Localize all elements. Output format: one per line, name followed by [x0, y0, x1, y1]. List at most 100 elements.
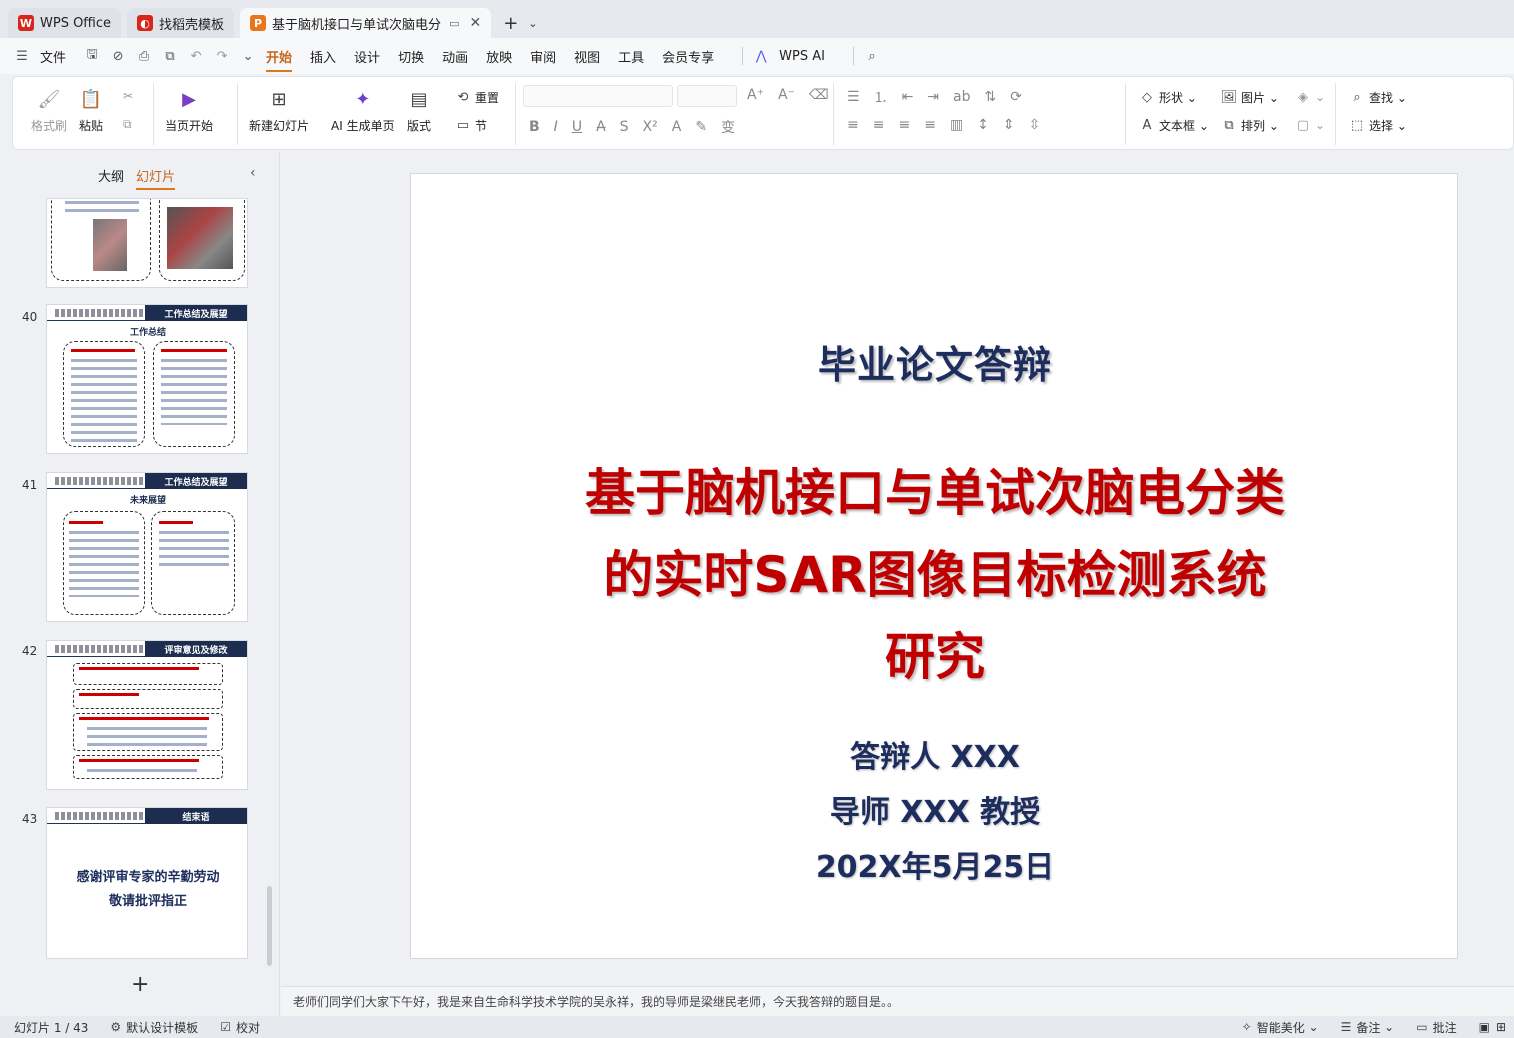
outline-button[interactable]: ▢ ⌄: [1295, 117, 1325, 133]
slide-presenter[interactable]: 答辩人 XXX: [411, 732, 1459, 776]
copy-icon[interactable]: ⧉: [123, 117, 132, 132]
slide-title[interactable]: 毕业论文答辩: [411, 334, 1459, 389]
tab-outline[interactable]: 大纲: [98, 166, 124, 190]
sort-icon[interactable]: ⇅: [985, 89, 997, 105]
increase-indent-icon[interactable]: ⇥: [927, 89, 939, 105]
bullet-list-icon[interactable]: ☰: [847, 89, 860, 105]
cut-icon[interactable]: ✂: [123, 89, 133, 103]
paste-button[interactable]: 📋 粘贴: [79, 87, 103, 134]
add-tab-icon[interactable]: +: [503, 13, 518, 34]
slide-main-title[interactable]: 基于脑机接口与单试次脑电分类的实时SAR图像目标检测系统研究: [581, 452, 1289, 698]
paragraph-spacing-icon[interactable]: ⇕: [1003, 117, 1015, 133]
print-preview-icon[interactable]: ⧉: [162, 48, 178, 64]
tab-docer-templates[interactable]: ◐ 找稻壳模板: [127, 8, 235, 38]
align-right-icon[interactable]: ≡: [898, 117, 910, 133]
align-center-icon[interactable]: ≡: [873, 117, 885, 133]
panel-scrollbar[interactable]: [267, 886, 272, 966]
menu-tab-design[interactable]: 设计: [354, 47, 380, 66]
phonetic-icon[interactable]: 变: [721, 117, 735, 137]
add-slide-icon[interactable]: +: [131, 972, 149, 997]
normal-view-icon[interactable]: ▣: [1479, 1020, 1490, 1034]
more-chevron-icon[interactable]: ⌄: [240, 48, 256, 64]
menu-tab-animation[interactable]: 动画: [442, 47, 468, 66]
slide-thumbnail-39[interactable]: [46, 198, 248, 288]
slide-thumbnail-42[interactable]: 评审意见及修改: [46, 640, 248, 790]
close-icon[interactable]: ✕: [469, 15, 481, 31]
decrease-font-icon[interactable]: A⁻: [778, 87, 795, 103]
grid-view-icon[interactable]: ⊞: [1496, 1020, 1506, 1034]
text-direction-icon[interactable]: ab: [953, 89, 970, 105]
align-left-icon[interactable]: ≡: [847, 117, 859, 133]
default-design-button[interactable]: ⚙ 默认设计模板: [110, 1019, 198, 1036]
convert-icon[interactable]: ⟳: [1010, 89, 1022, 105]
print-icon[interactable]: ⎙: [136, 48, 152, 64]
proofread-button[interactable]: ☑ 校对: [220, 1019, 260, 1036]
slide-date[interactable]: 202X年5月25日: [411, 842, 1459, 886]
slide-thumbnail-40[interactable]: 工作总结及展望 工作总结: [46, 304, 248, 454]
clear-format-icon[interactable]: ⌫: [809, 87, 829, 103]
superscript-icon[interactable]: X²: [643, 119, 658, 135]
increase-font-icon[interactable]: A⁺: [747, 87, 764, 103]
menu-tab-home[interactable]: 开始: [266, 47, 293, 72]
ai-generate-slide-button[interactable]: ✦ AI 生成单页: [331, 87, 395, 134]
font-size-select[interactable]: [677, 85, 737, 107]
menu-tab-view[interactable]: 视图: [574, 47, 600, 66]
layout-button[interactable]: ▤ 版式: [407, 87, 431, 134]
vertical-align-icon[interactable]: ⇳: [1029, 117, 1041, 133]
collapse-panel-icon[interactable]: ‹: [250, 165, 256, 181]
clipboard-icon: 📋: [79, 88, 103, 110]
slide-number: 42: [22, 644, 38, 658]
line-spacing-icon[interactable]: ↕: [977, 117, 989, 133]
menu-tab-transition[interactable]: 切换: [398, 47, 424, 66]
save-icon[interactable]: 🖫: [84, 47, 100, 64]
font-color-icon[interactable]: A: [672, 119, 682, 135]
decrease-indent-icon[interactable]: ⇤: [902, 89, 914, 105]
chevron-down-icon[interactable]: ⌄: [528, 17, 537, 30]
format-painter-button[interactable]: 🖌 格式刷: [31, 87, 67, 134]
select-button[interactable]: ⬚ 选择 ⌄: [1349, 117, 1407, 134]
underline-icon[interactable]: U: [572, 119, 582, 135]
shadow-text-icon[interactable]: S: [620, 119, 629, 135]
comments-button[interactable]: ▭ 批注: [1416, 1019, 1456, 1036]
fill-color-button[interactable]: ◈ ⌄: [1295, 89, 1325, 105]
shape-button[interactable]: ◇ 形状 ⌄: [1139, 89, 1197, 106]
distribute-icon[interactable]: ▥: [950, 117, 963, 133]
redo-icon[interactable]: ↷: [214, 48, 230, 64]
numbered-list-icon[interactable]: ⒈: [874, 87, 888, 107]
italic-icon[interactable]: I: [554, 119, 558, 135]
strikethrough-icon[interactable]: A̶: [596, 119, 606, 135]
notes-toggle-button[interactable]: ☰ 备注 ⌄: [1341, 1019, 1395, 1036]
current-slide[interactable]: 毕业论文答辩 基于脑机接口与单试次脑电分类的实时SAR图像目标检测系统研究 答辩…: [410, 173, 1458, 959]
smart-beautify-button[interactable]: ✧ 智能美化 ⌄: [1242, 1019, 1319, 1036]
find-button[interactable]: ⌕ 查找 ⌄: [1349, 89, 1407, 106]
slide-thumbnail-43[interactable]: 结束语 感谢评审专家的辛勤劳动 敬请批评指正: [46, 807, 248, 959]
tab-current-document[interactable]: P 基于脑机接口与单试次脑电分 ▭ ✕: [240, 8, 492, 38]
slide-advisor[interactable]: 导师 XXX 教授: [411, 787, 1459, 831]
play-from-current-button[interactable]: ▶ 当页开始: [165, 87, 213, 134]
wps-ai-button[interactable]: ⋀ WPS AI: [753, 48, 825, 64]
textbox-button[interactable]: A 文本框 ⌄: [1139, 117, 1209, 134]
font-family-select[interactable]: [523, 85, 673, 107]
justify-icon[interactable]: ≡: [924, 117, 936, 133]
arrange-button[interactable]: ⧉ 排列 ⌄: [1221, 117, 1279, 134]
menu-tab-slideshow[interactable]: 放映: [486, 47, 512, 66]
tab-wps-office[interactable]: W WPS Office: [8, 8, 122, 38]
new-slide-button[interactable]: ⊞ 新建幻灯片: [249, 87, 309, 134]
reset-button[interactable]: ⟲ 重置: [455, 89, 499, 106]
highlight-icon[interactable]: ✎: [695, 119, 707, 135]
bold-icon[interactable]: B: [529, 119, 540, 135]
tab-slides[interactable]: 幻灯片: [136, 166, 176, 190]
menu-tab-tools[interactable]: 工具: [618, 47, 644, 66]
file-menu[interactable]: ☰ 文件: [14, 47, 66, 66]
menu-tab-insert[interactable]: 插入: [310, 47, 336, 66]
speaker-notes[interactable]: 老师们同学们大家下午好，我是来自生命科学技术学院的吴永祥，我的导师是梁继民老师，…: [281, 986, 1514, 1016]
section-button[interactable]: ▭ 节: [455, 117, 487, 134]
picture-button[interactable]: 🖼 图片 ⌄: [1221, 89, 1279, 106]
link-icon[interactable]: ⊘: [110, 48, 126, 64]
undo-icon[interactable]: ↶: [188, 48, 204, 64]
menu-tab-member[interactable]: 会员专享: [662, 47, 714, 66]
menu-tab-review[interactable]: 审阅: [530, 47, 556, 66]
thumb-section-band: 工作总结及展望: [145, 305, 247, 321]
search-icon[interactable]: ⌕: [864, 48, 880, 64]
slide-thumbnail-41[interactable]: 工作总结及展望 未来展望: [46, 472, 248, 622]
